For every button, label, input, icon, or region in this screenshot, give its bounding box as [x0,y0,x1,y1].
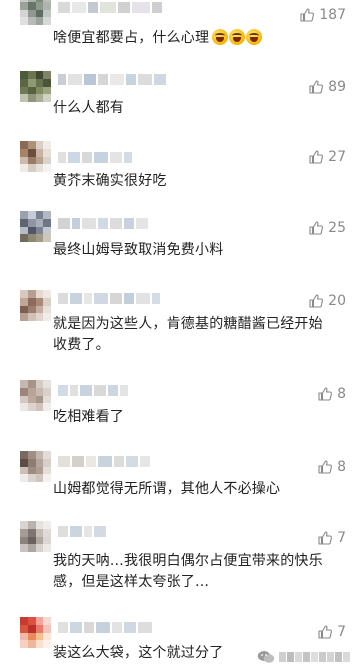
like-count: 8 [337,459,346,475]
username-redacted[interactable] [58,621,152,633]
username-redacted[interactable] [58,1,162,13]
thumbs-up-icon [309,221,324,235]
like-count: 8 [337,386,346,402]
username-redacted[interactable] [58,151,132,163]
avatar[interactable] [20,451,51,482]
avatar[interactable] [20,521,51,552]
like-button[interactable]: 27 [308,149,346,165]
comment-body: 我的天呐…我很明白偶尔占便宜带来的快乐感，但是这样太夸张了… [53,553,323,590]
comment-body: 什么人都有 [53,100,124,116]
like-count: 7 [337,530,346,546]
thumbs-up-icon [309,80,324,94]
username-redacted[interactable] [58,525,106,537]
comment-body: 吃相难看了 [53,409,124,425]
comment-text: 最终山姆导致取消免费小料 [53,240,335,261]
username-redacted[interactable] [58,384,128,396]
avatar[interactable] [20,141,51,172]
comment-text: 啥便宜都要占，什么心理 [53,28,335,49]
username-redacted[interactable] [58,292,160,304]
comment-text: 什么人都有 [53,98,335,119]
laughing-tears-emoji-icon [212,29,229,45]
comment-text: 吃相难看了 [53,407,335,428]
comment-body: 山姆都觉得无所谓，其他人不必操心 [53,481,281,497]
comment-text: 我的天呐…我很明白偶尔占便宜带来的快乐感，但是这样太夸张了… [53,551,335,593]
like-count: 25 [328,220,346,236]
username-redacted[interactable] [58,217,148,229]
thumbs-up-icon [318,387,333,401]
watermark [253,648,354,666]
thumbs-up-icon [309,150,324,164]
comment-body: 啥便宜都要占，什么心理 [53,30,210,46]
like-button[interactable]: 89 [308,79,346,95]
like-button[interactable]: 25 [308,220,346,236]
like-count: 89 [328,79,346,95]
avatar[interactable] [20,290,51,321]
avatar[interactable] [20,380,51,411]
like-count: 27 [328,149,346,165]
avatar[interactable] [20,617,51,648]
thumbs-up-icon [318,460,333,474]
username-redacted[interactable] [58,73,166,85]
thumbs-up-icon [318,625,333,639]
thumbs-up-icon [300,8,315,22]
comment-text: 就是因为这些人，肯德基的糖醋酱已经开始收费了。 [53,314,335,356]
like-count: 20 [328,293,346,309]
like-button[interactable]: 187 [299,7,346,23]
laughing-tears-emoji-icon [229,29,246,45]
like-button[interactable]: 8 [317,459,346,475]
avatar[interactable] [20,0,51,25]
comment-text: 山姆都觉得无所谓，其他人不必操心 [53,479,335,500]
username-redacted[interactable] [58,455,150,467]
comment-body: 就是因为这些人，肯德基的糖醋酱已经开始收费了。 [53,316,323,353]
watermark-text-redacted [279,652,350,662]
comment-list: 187 啥便宜都要占，什么心理 89 什么人都有 27 黄芥末确实很好吃 25 … [0,0,360,672]
like-button[interactable]: 7 [317,624,346,640]
comment-text: 黄芥末确实很好吃 [53,171,335,192]
avatar[interactable] [20,71,51,102]
comment-body: 装这么大袋，这个就过分了 [53,645,224,661]
comment-body: 黄芥末确实很好吃 [53,173,167,189]
like-button[interactable]: 7 [317,530,346,546]
wechat-icon [257,651,275,663]
like-count: 7 [337,624,346,640]
thumbs-up-icon [309,294,324,308]
avatar[interactable] [20,211,51,242]
comment-body: 最终山姆导致取消免费小料 [53,242,224,258]
laughing-tears-emoji-icon [246,29,263,45]
thumbs-up-icon [318,531,333,545]
like-count: 187 [319,7,346,23]
like-button[interactable]: 8 [317,386,346,402]
like-button[interactable]: 20 [308,293,346,309]
